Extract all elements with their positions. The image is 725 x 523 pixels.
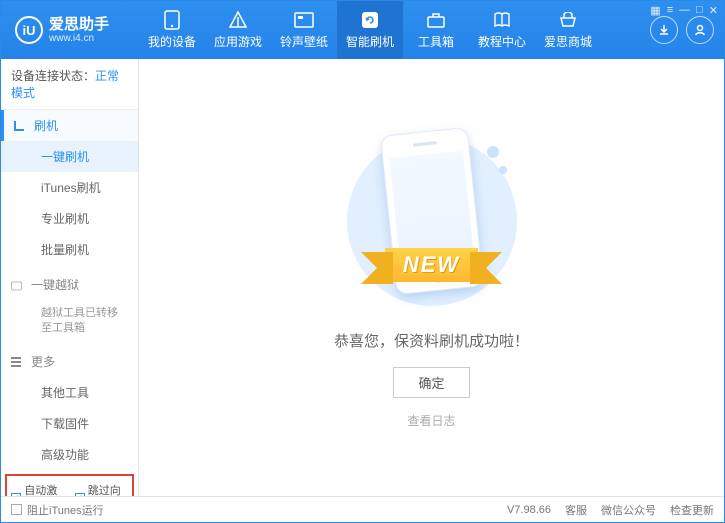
device-icon (162, 10, 182, 30)
refresh-icon (360, 10, 380, 30)
checkbox-skip-guide[interactable]: ✓跳过向导 (75, 482, 129, 496)
sidebar-item-itunes-flash[interactable]: iTunes刷机 (1, 172, 138, 203)
sidebar-group-more[interactable]: 更多 (1, 346, 138, 377)
success-message: 恭喜您，保资料刷机成功啦！ (334, 330, 529, 351)
toolbox-icon (426, 10, 446, 30)
nav-toolbox[interactable]: 工具箱 (403, 1, 469, 59)
sidebar-item-advanced[interactable]: 高级功能 (1, 439, 138, 470)
checkbox-label: 跳过向导 (88, 482, 128, 496)
footer-support-link[interactable]: 客服 (565, 502, 587, 518)
sidebar-item-download-firmware[interactable]: 下载固件 (1, 408, 138, 439)
view-log-link[interactable]: 查看日志 (407, 412, 455, 429)
nav-label: 我的设备 (148, 33, 196, 50)
checkbox-block-itunes[interactable] (11, 504, 22, 515)
nav-label: 爱思商城 (544, 33, 592, 50)
nav-flash[interactable]: 智能刷机 (337, 1, 403, 59)
app-url: www.i4.cn (49, 33, 109, 44)
nav-my-device[interactable]: 我的设备 (139, 1, 205, 59)
nav-label: 应用游戏 (214, 33, 262, 50)
titlebar-actions (650, 1, 724, 59)
main-nav: 我的设备 应用游戏 铃声壁纸 智能刷机 工具箱 教程中心 (139, 1, 601, 59)
new-ribbon: NEW (385, 248, 478, 282)
sidebar-item-pro-flash[interactable]: 专业刷机 (1, 203, 138, 234)
jailbreak-note: 越狱工具已转移至工具箱 (1, 300, 138, 342)
download-button[interactable] (650, 16, 678, 44)
sidebar-item-batch-flash[interactable]: 批量刷机 (1, 234, 138, 265)
apps-icon (228, 10, 248, 30)
cart-icon (558, 10, 578, 30)
nav-ringtones[interactable]: 铃声壁纸 (271, 1, 337, 59)
user-button[interactable] (686, 16, 714, 44)
sidebar-group-flash[interactable]: 刷机 (1, 110, 138, 141)
wallpaper-icon (294, 10, 314, 30)
status-label: 设备连接状态： (11, 69, 95, 83)
nav-label: 智能刷机 (346, 33, 394, 50)
logo: iU 爱思助手 www.i4.cn (1, 16, 139, 44)
footer-left: 阻止iTunes运行 (11, 502, 104, 518)
footer-wechat-link[interactable]: 微信公众号 (601, 502, 656, 518)
footer-right: V7.98.66 客服 微信公众号 检查更新 (507, 502, 714, 518)
sidebar-group-jailbreak: 一键越狱 (1, 269, 138, 300)
main-content: NEW 恭喜您，保资料刷机成功啦！ 确定 查看日志 (139, 59, 724, 496)
sidebar-item-other-tools[interactable]: 其他工具 (1, 377, 138, 408)
footer-update-link[interactable]: 检查更新 (670, 502, 714, 518)
app-window: ▦ ≡ — □ ✕ iU 爱思助手 www.i4.cn 我的设备 应用游戏 (0, 0, 725, 523)
titlebar: ▦ ≡ — □ ✕ iU 爱思助手 www.i4.cn 我的设备 应用游戏 (1, 1, 724, 59)
checkbox-auto-activate[interactable]: ✓自动激活 (11, 482, 65, 496)
sidebar: 设备连接状态：正常模式 刷机 一键刷机 iTunes刷机 专业刷机 批量刷机 一… (1, 59, 139, 496)
body: 设备连接状态：正常模式 刷机 一键刷机 iTunes刷机 专业刷机 批量刷机 一… (1, 59, 724, 496)
ok-button[interactable]: 确定 (393, 367, 469, 398)
checkbox-label: 自动激活 (24, 482, 64, 496)
version-label: V7.98.66 (507, 504, 551, 516)
logo-icon: iU (15, 16, 43, 44)
block-itunes-label: 阻止iTunes运行 (27, 502, 104, 518)
connection-status: 设备连接状态：正常模式 (1, 59, 138, 110)
book-icon (492, 10, 512, 30)
success-illustration: NEW (347, 126, 517, 316)
nav-store[interactable]: 爱思商城 (535, 1, 601, 59)
flash-options-box: ✓自动激活 ✓跳过向导 (5, 474, 134, 496)
footer: 阻止iTunes运行 V7.98.66 客服 微信公众号 检查更新 (1, 496, 724, 522)
nav-label: 教程中心 (478, 33, 526, 50)
sidebar-item-oneclick-flash[interactable]: 一键刷机 (1, 141, 138, 172)
nav-apps[interactable]: 应用游戏 (205, 1, 271, 59)
nav-tutorials[interactable]: 教程中心 (469, 1, 535, 59)
nav-label: 工具箱 (418, 33, 454, 50)
nav-label: 铃声壁纸 (280, 33, 328, 50)
app-name: 爱思助手 (49, 17, 109, 33)
